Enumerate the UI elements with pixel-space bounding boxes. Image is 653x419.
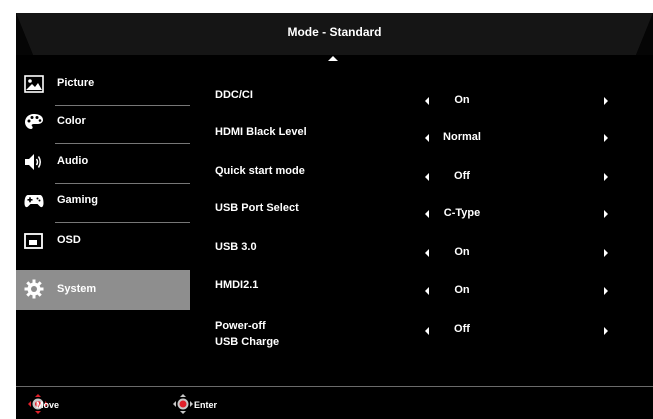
gamepad-icon [24, 195, 44, 208]
speaker-icon [25, 154, 41, 170]
arrow-right-icon[interactable] [604, 249, 608, 257]
sidebar-item-audio[interactable]: Audio [16, 144, 190, 184]
arrow-right-icon[interactable] [604, 134, 608, 142]
setting-label-line1: Power-off [215, 320, 266, 332]
sidebar-item-osd[interactable]: OSD [16, 223, 190, 263]
enter-nav-icon [173, 394, 193, 414]
setting-row-usb-3-0[interactable]: USB 3.0 On [206, 226, 653, 265]
sidebar-item-label: Color [57, 115, 86, 127]
setting-value: On [454, 94, 470, 106]
setting-label: HDMI Black Level [215, 126, 307, 138]
sidebar-item-picture[interactable]: Picture [16, 66, 190, 106]
setting-row-ddc-ci[interactable]: DDC/CI On [206, 74, 653, 113]
setting-value: C-Type [443, 207, 481, 219]
sidebar-item-label: Gaming [57, 194, 98, 206]
setting-label: USB Port Select [215, 202, 299, 214]
arrow-right-icon[interactable] [604, 97, 608, 105]
picture-icon [24, 75, 44, 93]
setting-value: Off [454, 323, 470, 335]
scroll-up-icon[interactable] [328, 56, 338, 61]
setting-label: DDC/CI [215, 89, 253, 101]
setting-label-line2: USB Charge [215, 336, 280, 348]
arrow-right-icon[interactable] [604, 327, 608, 335]
setting-label: Power-off USB Charge [215, 320, 279, 349]
sidebar-item-gaming[interactable]: Gaming [16, 183, 190, 223]
sidebar-item-label: System [57, 283, 97, 295]
arrow-right-icon[interactable] [604, 173, 608, 181]
divider [16, 386, 653, 387]
setting-label: Quick start mode [215, 165, 305, 177]
sidebar-item-system[interactable]: System [16, 270, 190, 310]
setting-row-hdmi-2-1[interactable]: HMDI2.1 On [206, 264, 653, 303]
setting-row-usb-port-select[interactable]: USB Port Select C-Type [206, 187, 653, 226]
footer-hints: Move Enter [16, 391, 653, 419]
osd-menu: Mode - Standard Picture Color Audio Gami… [16, 13, 653, 419]
enter-label: Enter [194, 400, 218, 410]
gear-icon [24, 279, 44, 299]
title-bar: Mode - Standard [16, 13, 653, 55]
setting-value: On [454, 284, 470, 296]
palette-icon [25, 114, 43, 129]
osd-icon [24, 233, 43, 249]
setting-row-hdmi-black-level[interactable]: HDMI Black Level Normal [206, 111, 653, 150]
move-label: Move [36, 400, 60, 410]
sidebar-item-color[interactable]: Color [16, 104, 190, 144]
setting-label: HMDI2.1 [215, 279, 259, 291]
setting-row-power-off-usb-charge[interactable]: Power-off USB Charge Off [206, 318, 653, 362]
setting-row-quick-start-mode[interactable]: Quick start mode Off [206, 150, 653, 189]
sidebar-item-label: OSD [57, 234, 81, 246]
setting-value: Off [454, 170, 470, 182]
setting-value: Normal [443, 131, 481, 143]
page-title: Mode - Standard [287, 25, 382, 39]
sidebar-item-label: Picture [57, 77, 95, 89]
setting-label: USB 3.0 [215, 241, 257, 253]
arrow-right-icon[interactable] [604, 287, 608, 295]
sidebar-item-label: Audio [57, 155, 89, 167]
arrow-right-icon[interactable] [604, 210, 608, 218]
setting-value: On [454, 246, 470, 258]
